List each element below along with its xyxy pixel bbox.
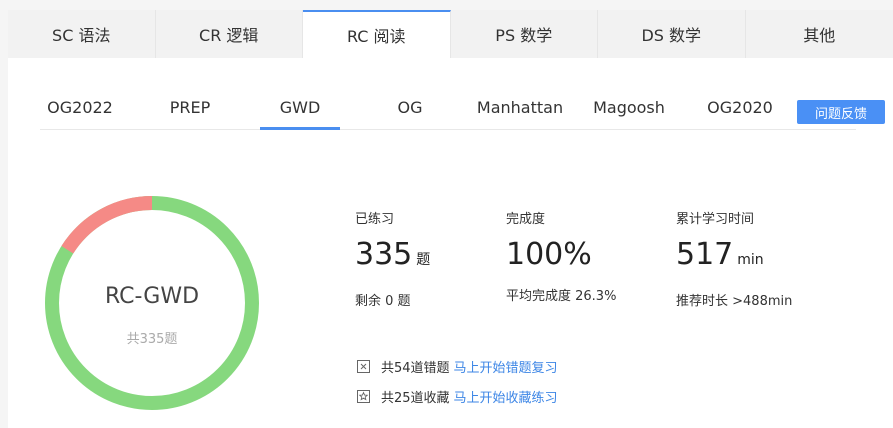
- tab-cr[interactable]: CR 逻辑: [156, 10, 303, 58]
- stat-completion-value: 100%: [506, 237, 592, 272]
- ring-subtitle: 共335题: [126, 332, 178, 347]
- start-favorites-practice-link[interactable]: 马上开始收藏练习: [454, 387, 558, 406]
- stat-completion-value-row: 100%: [506, 237, 616, 273]
- stat-completion-foot: 平均完成度 26.3%: [506, 289, 617, 304]
- wrong-questions-row: 共54道错题 马上开始错题复习: [356, 356, 558, 376]
- tab-ds[interactable]: DS 数学: [598, 10, 746, 58]
- favorites-count: 共25道收藏: [381, 390, 450, 406]
- favorites-row: 共25道收藏 马上开始收藏练习: [356, 386, 558, 406]
- ring-title: RC-GWD: [104, 284, 200, 309]
- stat-practiced-value: 335: [355, 237, 413, 272]
- tab-other[interactable]: 其他: [746, 10, 893, 58]
- sub-tab-manhattan[interactable]: Manhattan: [470, 90, 570, 130]
- stat-practiced-foot: 剩余 0 题: [355, 294, 411, 309]
- source-tabs: OG2022 PREP GWD OG Manhattan Magoosh OG2…: [40, 90, 856, 130]
- stat-time-foot: 推荐时长 >488min: [676, 294, 793, 309]
- sub-tab-og[interactable]: OG: [370, 90, 450, 130]
- sub-tab-prep[interactable]: PREP: [150, 90, 230, 130]
- start-wrong-review-link[interactable]: 马上开始错题复习: [454, 357, 558, 376]
- stat-practiced: 已练习 335 题 剩余 0 题: [355, 208, 430, 309]
- stat-practiced-value-row: 335 题: [355, 237, 430, 278]
- sub-tab-gwd[interactable]: GWD: [260, 90, 340, 130]
- stat-completion-label: 完成度: [506, 212, 546, 227]
- stat-practiced-label: 已练习: [355, 212, 395, 227]
- stat-time-value: 517: [676, 237, 734, 272]
- wrong-book-icon: [356, 359, 371, 374]
- sub-tab-og2022[interactable]: OG2022: [40, 90, 120, 130]
- tab-rc[interactable]: RC 阅读: [303, 10, 451, 58]
- tab-sc[interactable]: SC 语法: [8, 10, 156, 58]
- feedback-button[interactable]: 问题反馈: [797, 100, 885, 124]
- stat-practiced-unit: 题: [416, 252, 431, 268]
- stat-completion: 完成度 100% 平均完成度 26.3%: [506, 208, 616, 304]
- sub-tab-og2020[interactable]: OG2020: [700, 90, 780, 130]
- stat-time-unit: min: [737, 252, 764, 268]
- subject-tabs: SC 语法 CR 逻辑 RC 阅读 PS 数学 DS 数学 其他: [8, 10, 893, 58]
- star-icon: [356, 389, 371, 404]
- wrong-questions-count: 共54道错题: [381, 360, 450, 376]
- tab-ps[interactable]: PS 数学: [451, 10, 598, 58]
- stat-time-value-row: 517 min: [676, 237, 792, 278]
- stat-time: 累计学习时间 517 min 推荐时长 >488min: [676, 208, 792, 309]
- content-panel: OG2022 PREP GWD OG Manhattan Magoosh OG2…: [8, 58, 893, 428]
- stat-time-label: 累计学习时间: [676, 212, 755, 227]
- sub-tab-magoosh[interactable]: Magoosh: [589, 90, 669, 130]
